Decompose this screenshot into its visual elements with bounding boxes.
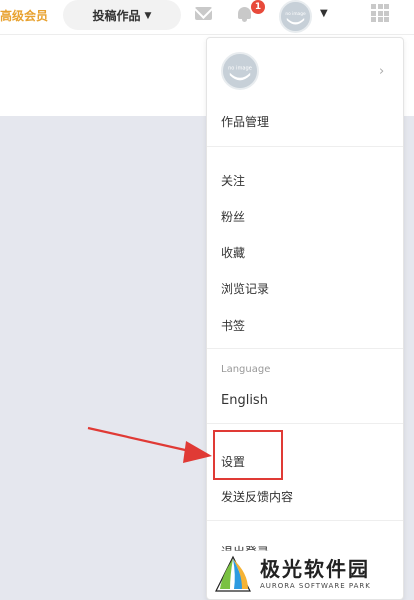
premium-membership-link[interactable]: 高级会员 — [0, 7, 48, 24]
top-bar: 高级会员 投稿作品 ▼ 1 no image ▼ — [0, 0, 414, 34]
divider — [207, 348, 403, 349]
svg-text:no image: no image — [228, 65, 252, 71]
watermark-cn: 极光软件园 — [260, 557, 370, 581]
menu-item-fans[interactable]: 粉丝 — [221, 208, 245, 225]
no-image-avatar-icon: no image — [281, 2, 310, 31]
menu-item-favorites[interactable]: 收藏 — [221, 244, 245, 261]
watermark-en: AURORA SOFTWARE PARK — [260, 582, 371, 590]
aurora-logo-icon — [212, 553, 254, 595]
chevron-right-icon: › — [379, 64, 385, 79]
divider — [207, 423, 403, 424]
menu-item-history[interactable]: 浏览记录 — [221, 280, 269, 297]
user-dropdown-menu: no image › 作品管理 关注 粉丝 收藏 浏览记录 书签 Languag… — [206, 37, 404, 600]
notification-badge: 1 — [251, 0, 265, 14]
apps-grid-icon[interactable] — [371, 4, 389, 22]
svg-text:no image: no image — [285, 11, 306, 17]
menu-item-follow[interactable]: 关注 — [221, 172, 245, 189]
divider — [207, 146, 403, 147]
menu-item-works-management[interactable]: 作品管理 — [221, 113, 269, 130]
menu-item-bookmarks[interactable]: 书签 — [221, 317, 245, 334]
language-heading: Language — [221, 364, 271, 375]
avatar-chevron-down-icon[interactable]: ▼ — [320, 8, 328, 19]
no-image-avatar-icon: no image — [223, 54, 257, 88]
submit-works-button[interactable]: 投稿作品 ▼ — [63, 0, 181, 30]
divider — [207, 520, 403, 521]
watermark-logo: 极光软件园 AURORA SOFTWARE PARK — [212, 550, 412, 598]
menu-item-language-english[interactable]: English — [221, 393, 268, 408]
settings-highlight-box — [213, 430, 283, 480]
profile-row[interactable]: no image › — [207, 38, 403, 106]
avatar[interactable]: no image — [279, 0, 312, 33]
submit-works-label: 投稿作品 — [92, 8, 141, 23]
mail-icon[interactable] — [195, 7, 212, 20]
chevron-down-icon: ▼ — [144, 11, 152, 21]
profile-avatar: no image — [221, 52, 259, 90]
menu-item-feedback[interactable]: 发送反馈内容 — [221, 488, 293, 505]
